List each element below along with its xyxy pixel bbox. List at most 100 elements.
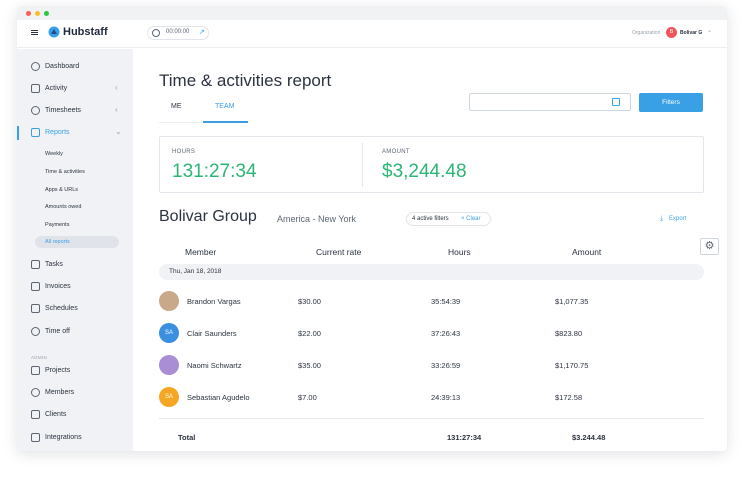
report-subitem-amounts-owed[interactable]: Amounts owed bbox=[35, 201, 119, 213]
sidebar-item-label: Dashboard bbox=[45, 63, 80, 70]
member-name[interactable]: Clair Saunders bbox=[187, 329, 237, 338]
minimize-window-button[interactable] bbox=[35, 11, 40, 16]
report-subitem-all-reports[interactable]: All reports bbox=[35, 236, 119, 248]
member-name[interactable]: Brandon Vargas bbox=[187, 297, 241, 306]
organization-label: Organization bbox=[632, 30, 661, 36]
menu-icon[interactable] bbox=[31, 30, 38, 31]
sidebar-item-label: Reports bbox=[45, 129, 70, 136]
app-name[interactable]: Hubstaff bbox=[63, 26, 108, 38]
total-amount: $3.244.48 bbox=[572, 433, 606, 442]
report-subitem-weekly[interactable]: Weekly bbox=[35, 148, 119, 160]
main-content: Time & activities report ME TEAM Filters… bbox=[133, 49, 727, 451]
table-row[interactable]: Brandon Vargas $30.00 35:54:39 $1,077.35 bbox=[159, 286, 704, 316]
avatar[interactable]: B bbox=[666, 27, 677, 38]
rate-cell: $35.00 bbox=[298, 361, 321, 370]
close-window-button[interactable] bbox=[26, 11, 31, 16]
sidebar-item-projects[interactable]: Projects bbox=[17, 362, 133, 380]
column-header-current-rate[interactable]: Current rate bbox=[316, 247, 361, 257]
rate-cell: $22.00 bbox=[298, 329, 321, 338]
sidebar-item-clients[interactable]: Clients bbox=[17, 406, 133, 424]
briefcase-icon bbox=[31, 410, 40, 419]
filters-button[interactable]: Filters bbox=[639, 93, 703, 112]
subitem-label: Amounts owed bbox=[45, 204, 82, 210]
avatar: SA bbox=[159, 323, 179, 343]
sidebar-item-reports[interactable]: Reports ⌄ bbox=[17, 124, 133, 142]
gear-icon[interactable]: ⚙ bbox=[700, 238, 719, 255]
sidebar: Dashboard Activity ‹ Timesheets ‹ Report… bbox=[17, 49, 133, 451]
hours-value: 131:27:34 bbox=[172, 161, 257, 182]
tab-me[interactable]: ME bbox=[171, 103, 182, 110]
tab-team[interactable]: TEAM bbox=[215, 103, 234, 110]
invoice-icon bbox=[31, 282, 40, 291]
amount-cell: $1,170.75 bbox=[555, 361, 589, 370]
table-row[interactable]: SA Clair Saunders $22.00 37:26:43 $823.8… bbox=[159, 318, 704, 348]
subitem-label: Weekly bbox=[45, 151, 63, 157]
chevron-left-icon: ‹ bbox=[115, 83, 118, 92]
clear-filters-button[interactable]: × Clear bbox=[461, 216, 481, 222]
report-subitem-time-activities[interactable]: Time & activities bbox=[35, 166, 119, 178]
total-divider bbox=[159, 418, 704, 419]
active-indicator bbox=[17, 126, 19, 140]
sidebar-item-dashboard[interactable]: Dashboard bbox=[17, 58, 133, 76]
date-range-input[interactable] bbox=[469, 93, 631, 111]
clear-label: Clear bbox=[466, 216, 481, 222]
avatar bbox=[159, 355, 179, 375]
column-header-amount[interactable]: Amount bbox=[572, 247, 601, 257]
member-name[interactable]: Naomi Schwartz bbox=[187, 361, 242, 370]
sidebar-item-schedules[interactable]: Schedules bbox=[17, 300, 133, 318]
subitem-label: Apps & URLs bbox=[45, 187, 79, 193]
sidebar-item-tasks[interactable]: Tasks bbox=[17, 256, 133, 274]
chevron-down-icon[interactable]: ⌄ bbox=[707, 27, 712, 34]
rate-cell: $7.00 bbox=[298, 393, 317, 402]
group-title: Bolivar Group bbox=[159, 208, 257, 225]
maximize-window-button[interactable] bbox=[44, 11, 49, 16]
sidebar-item-label: Activity bbox=[45, 85, 68, 92]
sidebar-item-label: Clients bbox=[45, 411, 67, 418]
time-off-icon bbox=[31, 327, 40, 336]
amount-cell: $1,077.35 bbox=[555, 297, 589, 306]
column-header-member[interactable]: Member bbox=[185, 247, 216, 257]
amount-cell: $172.58 bbox=[555, 393, 583, 402]
download-icon[interactable]: ⤓ bbox=[660, 215, 663, 223]
calendar-icon[interactable] bbox=[612, 98, 620, 106]
sidebar-item-time-off[interactable]: Time off bbox=[17, 323, 133, 341]
column-header-hours[interactable]: Hours bbox=[448, 247, 471, 257]
sidebar-item-label: Invoices bbox=[45, 283, 71, 290]
date-group-row: Thu, Jan 18, 2018 bbox=[159, 264, 704, 280]
organization-user-name[interactable]: Bolivar G bbox=[680, 30, 702, 36]
activity-icon bbox=[31, 84, 40, 93]
clock-icon bbox=[152, 29, 160, 37]
hours-cell: 37:26:43 bbox=[431, 329, 461, 338]
export-button[interactable]: Export bbox=[669, 216, 686, 222]
table-row[interactable]: SA Sebastian Agudelo $7.00 24:39:13 $172… bbox=[159, 382, 704, 412]
group-location: America - New York bbox=[277, 214, 357, 224]
rate-cell: $30.00 bbox=[298, 297, 321, 306]
avatar: SA bbox=[159, 387, 179, 407]
report-subitem-payments[interactable]: Payments bbox=[35, 219, 119, 231]
active-tab-indicator bbox=[203, 121, 248, 123]
table-row[interactable]: Naomi Schwartz $35.00 33:26:59 $1,170.75 bbox=[159, 350, 704, 380]
reports-icon bbox=[31, 128, 40, 137]
sidebar-item-invoices[interactable]: Invoices bbox=[17, 278, 133, 296]
sidebar-item-integrations[interactable]: Integrations bbox=[17, 429, 133, 447]
sidebar-item-timesheets[interactable]: Timesheets ‹ bbox=[17, 102, 133, 120]
hours-cell: 24:39:13 bbox=[431, 393, 461, 402]
members-icon bbox=[31, 388, 40, 397]
integrations-icon bbox=[31, 433, 40, 442]
member-name[interactable]: Sebastian Agudelo bbox=[187, 393, 250, 402]
active-filters-text: 4 active filters bbox=[412, 216, 449, 222]
sidebar-item-activity[interactable]: Activity ‹ bbox=[17, 80, 133, 98]
top-bar: Hubstaff 00:00:00 ↗ Organization B Boliv… bbox=[17, 20, 727, 48]
report-subitem-apps-urls[interactable]: Apps & URLs bbox=[35, 184, 119, 196]
launch-icon[interactable]: ↗ bbox=[199, 28, 205, 36]
active-filters-chip[interactable]: 4 active filters × Clear bbox=[406, 212, 491, 226]
sidebar-item-members[interactable]: Members bbox=[17, 384, 133, 402]
amount-label: AMOUNT bbox=[382, 149, 410, 155]
app-window: Hubstaff 00:00:00 ↗ Organization B Boliv… bbox=[17, 6, 727, 451]
calendar-icon bbox=[31, 304, 40, 313]
timer-widget[interactable]: 00:00:00 ↗ bbox=[147, 26, 209, 40]
chevron-left-icon: ‹ bbox=[115, 105, 118, 114]
sidebar-item-label: Projects bbox=[45, 367, 71, 374]
sidebar-item-label: Tasks bbox=[45, 261, 63, 268]
subitem-label: Payments bbox=[45, 222, 70, 228]
